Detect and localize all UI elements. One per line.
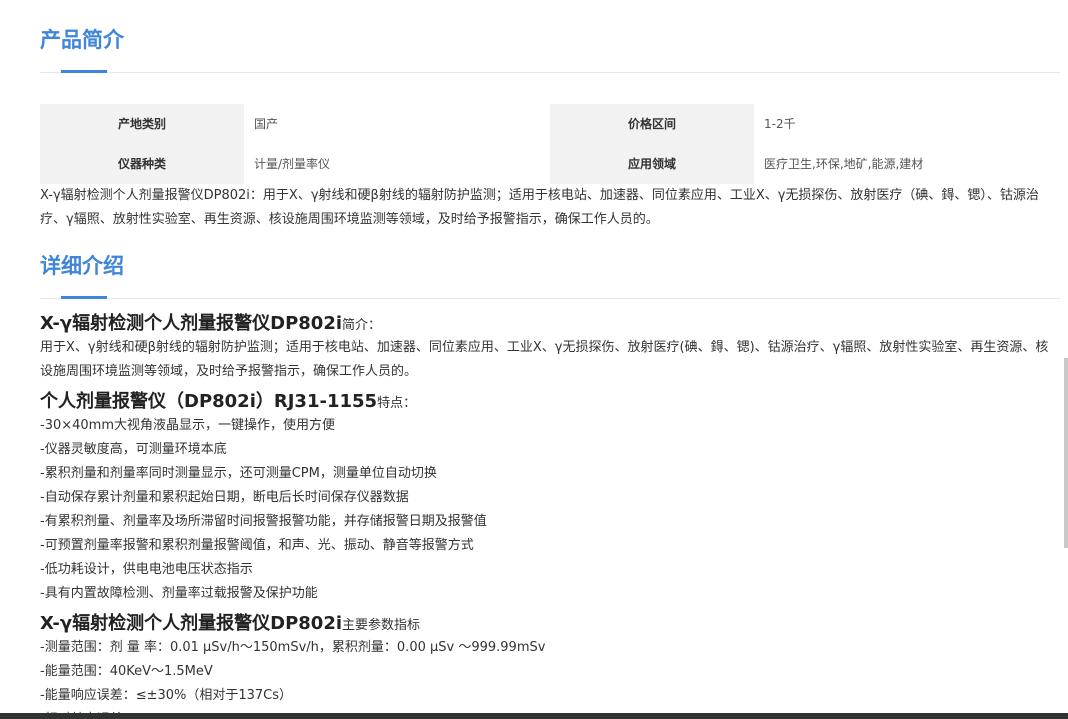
param-value-type: 计量/剂量率仪 [254, 157, 331, 171]
param-row: 仪器种类 计量/剂量率仪 应用领域 医疗卫生,环保,地矿,能源,建材 [40, 144, 1060, 184]
detail-title: 详细介绍 [40, 254, 124, 278]
spec-item: -能量响应误差：≤±30%（相对于137Cs） [40, 688, 293, 703]
product-page: 产品简介 产地类别 国产 价格区间 1-2千 仪器种类 计量/剂量率仪 应用领域… [0, 0, 1068, 719]
feature-item: -低功耗设计，供电电池电压状态指示 [40, 562, 253, 577]
detail-header: 详细介绍 [40, 226, 1060, 299]
scrollbar-thumb[interactable] [1064, 358, 1068, 548]
product-summary: X-γ辐射检测个人剂量报警仪DP802i：用于X、γ射线和硬β射线的辐射防护监测… [40, 188, 1039, 227]
section-underline [61, 296, 107, 299]
feature-item: -可预置剂量率报警和累积剂量报警阈值，和声、光、振动、静音等报警方式 [40, 538, 474, 553]
feature-item: -有累积剂量、剂量率及场所滞留时间报警报警功能，并存储报警日期及报警值 [40, 514, 487, 529]
feature-item: -累积剂量和剂量率同时测量显示，还可测量CPM，测量单位自动切换 [40, 466, 437, 481]
param-label-type: 仪器种类 [40, 144, 244, 184]
detail-header-bar: 详细介绍 [40, 226, 1060, 299]
detail-heading-features: 个人剂量报警仪（DP802i）RJ31-1155特点： [40, 384, 1060, 414]
section-underline [61, 70, 107, 73]
product-intro-header: 产品简介 [40, 0, 1060, 73]
param-label-application: 应用领域 [550, 144, 754, 184]
heading-main: X-γ辐射检测个人剂量报警仪DP802i [40, 613, 343, 634]
param-label-origin: 产地类别 [40, 104, 244, 144]
param-label-price: 价格区间 [550, 104, 754, 144]
content-area: 产品简介 产地类别 国产 价格区间 1-2千 仪器种类 计量/剂量率仪 应用领域… [40, 0, 1060, 719]
heading-suffix: 特点： [377, 396, 417, 411]
feature-item: -具有内置故障检测、剂量率过载报警及保护功能 [40, 586, 318, 601]
param-value-application: 医疗卫生,环保,地矿,能源,建材 [764, 157, 924, 171]
detail-heading-specs: X-γ辐射检测个人剂量报警仪DP802i主要参数指标 [40, 606, 1060, 636]
heading-suffix: 简介： [342, 318, 382, 333]
product-intro-title: 产品简介 [40, 28, 124, 52]
param-row: 产地类别 国产 价格区间 1-2千 [40, 104, 1060, 144]
feature-item: -自动保存累计剂量和累积起始日期，断电后长时间保存仪器数据 [40, 490, 409, 505]
param-value-price: 1-2千 [764, 117, 796, 131]
detail-intro-text: 用于X、γ射线和硬β射线的辐射防护监测；适用于核电站、加速器、同位素应用、工业X… [40, 340, 1049, 379]
bottom-bar [0, 713, 1068, 719]
heading-main: X-γ辐射检测个人剂量报警仪DP802i [40, 313, 343, 334]
detail-heading-intro: X-γ辐射检测个人剂量报警仪DP802i简介： [40, 306, 1060, 336]
param-value-origin: 国产 [254, 117, 279, 131]
detail-body: X-γ辐射检测个人剂量报警仪DP802i简介： 用于X、γ射线和硬β射线的辐射防… [40, 306, 1060, 719]
heading-suffix: 主要参数指标 [342, 618, 421, 633]
spec-item: -测量范围：剂 量 率：0.01 μSv/h～150mSv/h，累积剂量：0.0… [40, 640, 546, 655]
heading-main: 个人剂量报警仪（DP802i）RJ31-1155 [40, 391, 378, 412]
feature-item: -仪器灵敏度高，可测量环境本底 [40, 442, 227, 457]
spec-item: -能量范围：40KeV～1.5MeV [40, 664, 213, 679]
feature-item: -30×40mm大视角液晶显示，一键操作，使用方便 [40, 418, 335, 433]
param-table: 产地类别 国产 价格区间 1-2千 仪器种类 计量/剂量率仪 应用领域 医疗卫生… [40, 104, 1060, 184]
